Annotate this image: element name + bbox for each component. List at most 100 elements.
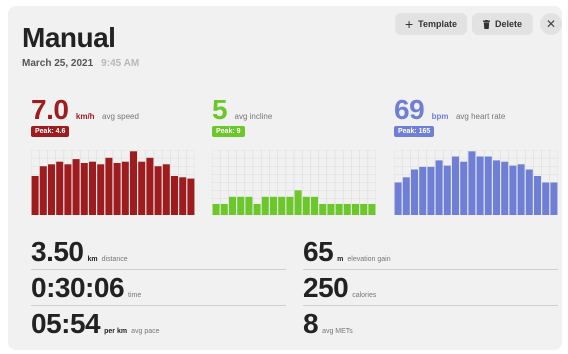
incline-bar: [311, 196, 318, 215]
heart-rate-bar: [411, 169, 418, 215]
incline-bar: [327, 203, 335, 215]
speed-bar: [121, 161, 129, 215]
time-text: 9:45 AM: [101, 58, 140, 69]
incline-label: avg incline: [234, 112, 273, 121]
heart-rate-bar: [402, 177, 410, 215]
incline-bar: [368, 203, 376, 215]
template-button[interactable]: + Template: [395, 13, 467, 35]
speed-peak-badge: Peak: 4.6: [31, 126, 70, 137]
heart-rate-bar: [476, 156, 484, 215]
workout-title: Manual: [22, 22, 116, 53]
incline-bar: [270, 196, 277, 215]
speed-bar: [64, 164, 72, 215]
avg-pace-unit: per km: [104, 328, 128, 335]
incline-bar: [212, 203, 220, 215]
heart-rate-bar: [468, 151, 476, 215]
incline-bar: [220, 203, 228, 215]
speed-bar: [56, 161, 64, 215]
stat-incline: 5 avg incline: [212, 94, 272, 126]
heart-rate-bar: [501, 161, 509, 215]
divider: [31, 269, 286, 270]
incline-bar: [286, 196, 294, 215]
incline-value: 5: [212, 94, 228, 125]
avg-mets-value: 8: [303, 308, 319, 339]
time-value: 0:30:06: [31, 272, 125, 303]
incline-bar: [278, 196, 286, 215]
heart-rate-bar: [394, 182, 402, 215]
elevation-gain-value: 65: [303, 236, 334, 267]
elevation-gain-label: elevation gain: [347, 256, 391, 263]
time-label: time: [128, 292, 142, 299]
speed-bar: [48, 164, 55, 215]
heart-rate-bar: [427, 166, 435, 215]
incline-bar: [319, 203, 327, 215]
heart-rate-bar: [517, 164, 525, 215]
heart-rate-bar: [435, 160, 443, 215]
date-text: March 25, 2021: [22, 58, 94, 69]
plus-icon: +: [404, 16, 414, 32]
avg-pace-value: 05:54: [31, 308, 101, 339]
heart-rate-bar: [443, 165, 451, 215]
incline-bar: [261, 196, 269, 215]
incline-bar: [237, 196, 245, 215]
heart-rate-bar: [534, 176, 541, 215]
calories-value: 250: [303, 272, 349, 303]
metric-avg-mets: 8 avg METs: [303, 308, 353, 340]
distance-label: distance: [101, 256, 128, 263]
heart-rate-bar: [452, 156, 459, 215]
incline-bar: [352, 203, 359, 215]
metric-calories: 250 calories: [303, 272, 376, 304]
incline-bar: [302, 196, 310, 215]
stat-speed: 7.0 km/h avg speed: [31, 94, 139, 126]
speed-bar: [97, 164, 105, 215]
close-button[interactable]: ✕: [540, 13, 562, 35]
speed-label: avg speed: [102, 112, 139, 121]
speed-unit: km/h: [75, 112, 95, 121]
incline-bar: [253, 203, 261, 215]
incline-bar: [245, 196, 253, 215]
heart-rate-label: avg heart rate: [455, 112, 506, 121]
heart-rate-bar: [493, 160, 500, 215]
delete-button[interactable]: Delete: [472, 13, 533, 35]
heart-rate-bar: [509, 165, 517, 215]
speed-bar: [179, 177, 187, 215]
speed-bar: [187, 178, 195, 215]
distance-value: 3.50: [31, 236, 84, 267]
avg-pace-label: avg pace: [131, 328, 160, 335]
calories-label: calories: [352, 292, 377, 299]
metric-avg-pace: 05:54 per km avg pace: [31, 308, 160, 340]
heart-rate-bar: [525, 169, 533, 215]
speed-bar: [146, 157, 154, 215]
metric-time: 0:30:06 time: [31, 272, 141, 304]
heart-rate-peak-badge: Peak: 165: [394, 126, 435, 137]
speed-bar: [39, 166, 47, 215]
speed-bar: [138, 161, 146, 215]
close-icon: ✕: [545, 17, 557, 31]
metric-distance: 3.50 km distance: [31, 236, 128, 268]
speed-bar: [31, 176, 39, 215]
distance-unit: km: [87, 256, 98, 263]
delete-label: Delete: [494, 19, 522, 29]
metric-elevation-gain: 65 m elevation gain: [303, 236, 391, 268]
template-label: Template: [418, 19, 458, 29]
heart-rate-unit: bpm: [431, 112, 449, 121]
speed-bar: [162, 164, 170, 215]
heart-rate-bar: [419, 166, 427, 215]
incline-bar: [335, 203, 343, 215]
elevation-gain-unit: m: [337, 256, 344, 263]
heart-rate-bar: [484, 156, 492, 215]
heart-rate-value: 69: [394, 94, 425, 125]
speed-bar: [130, 151, 137, 215]
speed-bar: [80, 163, 88, 215]
speed-value: 7.0: [31, 94, 69, 125]
incline-bar: [294, 190, 302, 215]
heart-rate-bar: [542, 182, 550, 215]
avg-mets-label: avg METs: [322, 328, 353, 335]
speed-bar-chart: [31, 150, 195, 215]
incline-bar-chart: [212, 150, 376, 215]
incline-bar: [229, 196, 236, 215]
speed-bar: [154, 166, 162, 215]
speed-bar: [89, 161, 96, 215]
speed-bar: [105, 157, 113, 215]
divider: [303, 305, 558, 306]
